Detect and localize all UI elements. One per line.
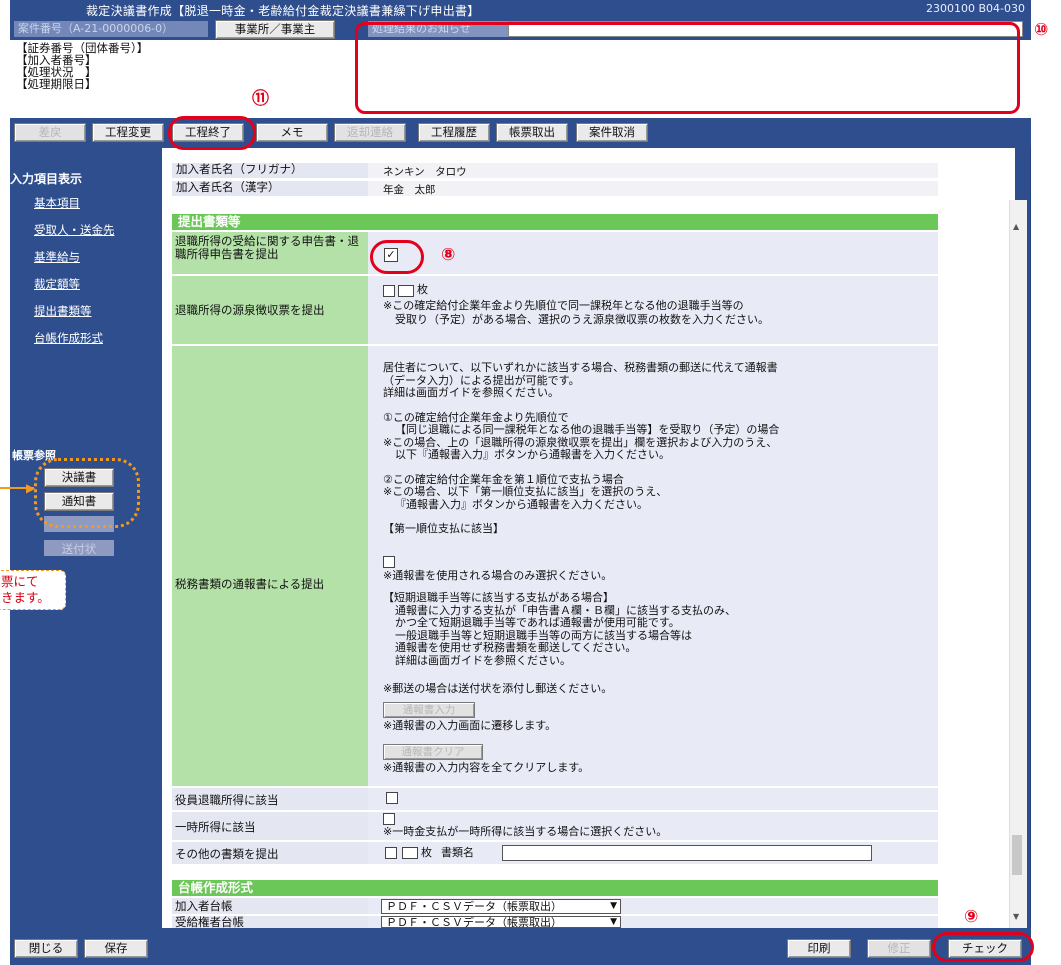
annotation-finish-highlight: [168, 116, 256, 150]
kanji-name-cell: [368, 181, 938, 196]
nav-heading: 入力項目表示: [10, 172, 83, 186]
submission-section-header: 提出書類等: [172, 214, 938, 230]
officer-retirement-label: 役員退職所得に該当: [172, 788, 368, 810]
withholding-label: 退職所得の源泉徴収票を提出: [172, 276, 368, 344]
notice-clear-note: ※通報書の入力内容を全てクリアします。: [383, 761, 590, 774]
tax-line-12: 『通報書入力』ボタンから通報書を入力ください。: [395, 497, 648, 511]
nav-base-salary[interactable]: 基準給与: [34, 249, 80, 265]
callout-line-2: きます。: [1, 590, 50, 605]
notice-clear-button[interactable]: 通報書クリア: [383, 744, 483, 760]
annotation-check-highlight: [932, 932, 1034, 962]
office-employer-button[interactable]: 事業所／事業主: [215, 20, 335, 39]
close-button[interactable]: 閉じる: [14, 939, 78, 958]
notice-input-note: ※通報書の入力画面に遷移します。: [383, 719, 557, 732]
other-docs-unit: 枚: [421, 846, 432, 859]
beneficiary-ledger-select[interactable]: ＰＤＦ・ＣＳＶデータ（帳票取出） ▼: [381, 916, 621, 928]
other-docs-name-label: 書類名: [441, 846, 474, 859]
officer-retirement-checkbox[interactable]: [386, 792, 398, 804]
info-line-deadline: 【処理期限日】: [16, 77, 97, 91]
temporary-income-note: ※一時金支払が一時所得に該当する場合に選択ください。: [383, 825, 668, 838]
scroll-up-icon[interactable]: ▲: [1013, 222, 1019, 231]
save-button[interactable]: 保存: [84, 939, 148, 958]
tax-notice-label: 税務書類の通報書による提出: [172, 346, 368, 786]
tax-line-14: 【第一順位支払に該当】: [383, 522, 504, 535]
screen-code: 2300100 B04-030: [926, 2, 1025, 15]
withholding-count-input[interactable]: [398, 285, 414, 297]
kanji-name-label: 加入者氏名（漢字）: [172, 181, 368, 196]
declaration-label: 退職所得の受給に関する申告書・退職所得申告書を提出: [172, 232, 368, 274]
short-line-5: 通報書を使用せず税務書類を郵送してください。: [395, 641, 637, 654]
annotation-checkbox-highlight: [370, 240, 424, 274]
kana-name-value: ネンキン タロウ: [383, 166, 467, 178]
tax-line-8: 以下『通報書入力』ボタンから通報書を入力ください。: [395, 448, 670, 461]
annotation-number-9: ⑨: [964, 907, 979, 927]
tax-line-3: 詳細は画面ガイドを参照ください。: [383, 386, 559, 399]
nav-basic[interactable]: 基本項目: [34, 195, 80, 211]
print-button[interactable]: 印刷: [787, 939, 851, 958]
member-ledger-label: 加入者台帳: [172, 898, 368, 914]
return-button[interactable]: 差戻: [14, 123, 86, 142]
fix-button[interactable]: 修正: [867, 939, 931, 958]
annotation-number-11: ⑪: [252, 89, 269, 109]
beneficiary-ledger-value: ＰＤＦ・ＣＳＶデータ（帳票取出）: [386, 916, 562, 928]
cover-letter-button[interactable]: 送付状: [44, 540, 114, 556]
footer-bar: 閉じる 保存 印刷 修正 チェック: [10, 928, 1031, 965]
return-contact-button[interactable]: 返却連絡: [334, 123, 406, 142]
process-toolbar: 差戻 工程変更 工程終了 メモ 返却連絡 工程履歴 帳票取出 案件取消: [10, 118, 1031, 148]
annotation-notice-highlight: [355, 22, 1020, 114]
tax-notice-text: 居住者について、以下いずれかに該当する場合、税務書類の郵送に代えて通報書 （デー…: [383, 361, 923, 536]
withholding-note-1: ※この確定給付企業年金より先順位で同一課税年となる他の退職手当等の: [383, 299, 744, 312]
nav-award-amount[interactable]: 裁定額等: [34, 276, 80, 292]
other-docs-count-input[interactable]: [402, 847, 418, 859]
kanji-name-value: 年金 太郎: [383, 184, 436, 196]
officer-retirement-row: [368, 788, 938, 810]
temporary-income-checkbox[interactable]: [383, 813, 395, 825]
other-docs-checkbox[interactable]: [385, 847, 397, 859]
withholding-note-2: 受取り（予定）がある場合、選択のうえ源泉徴収票の枚数を入力ください。: [395, 313, 769, 326]
nav-submission[interactable]: 提出書類等: [34, 303, 92, 319]
annotation-report-highlight: [34, 458, 140, 528]
annotation-number-8: ⑧: [441, 245, 456, 265]
left-nav-pane: [10, 148, 162, 928]
chevron-down-icon: ▼: [610, 901, 617, 911]
title-bar: 裁定決議書作成【脱退一時金・老齢給付金裁定決議書兼繰下げ申出書】 2300100…: [10, 0, 1031, 18]
chevron-down-icon: ▼: [610, 917, 617, 927]
withholding-unit: 枚: [417, 283, 428, 296]
callout-line-1: 票にて: [1, 574, 39, 589]
case-number: 案件番号（A-21-0000006-0）: [14, 21, 208, 37]
memo-button[interactable]: メモ: [256, 123, 328, 142]
tax-line-6: 【同じ退職による同一課税年となる他の退職手当等】を受取り（予定）の場合: [395, 423, 780, 436]
ledger-section-header: 台帳作成形式: [172, 880, 938, 896]
mail-note: ※郵送の場合は送付状を添付し郵送ください。: [383, 682, 613, 695]
cancel-case-button[interactable]: 案件取消: [576, 123, 648, 142]
member-ledger-value: ＰＤＦ・ＣＳＶデータ（帳票取出）: [386, 900, 562, 913]
short-line-6: 詳細は画面ガイドを参照ください。: [395, 653, 571, 667]
change-process-button[interactable]: 工程変更: [92, 123, 164, 142]
arrow-right-icon: ▶: [26, 481, 36, 495]
withholding-checkbox[interactable]: [383, 285, 395, 297]
process-history-button[interactable]: 工程履歴: [418, 123, 490, 142]
vertical-scrollbar[interactable]: [1009, 200, 1027, 928]
window-title: 裁定決議書作成【脱退一時金・老齢給付金裁定決議書兼繰下げ申出書】: [86, 4, 480, 18]
first-priority-checkbox[interactable]: [383, 556, 395, 568]
nav-ledger-format[interactable]: 台帳作成形式: [34, 330, 103, 346]
first-priority-note: ※通報書を使用される場合のみ選択ください。: [383, 569, 613, 582]
report-retrieve-button[interactable]: 帳票取出: [496, 123, 568, 142]
nav-recipient[interactable]: 受取人・送金先: [34, 222, 115, 238]
temporary-income-label: 一時所得に該当: [172, 812, 368, 840]
annotation-callout: 票にて きます。: [0, 570, 66, 610]
member-ledger-select[interactable]: ＰＤＦ・ＣＳＶデータ（帳票取出） ▼: [381, 899, 621, 914]
short-line-3: かつ全て短期退職手当等であれば通報書が使用可能です。: [395, 616, 680, 629]
other-docs-name-input[interactable]: [502, 845, 872, 861]
tax-line-11: ※この場合、以下「第一順位支払に該当」を選択のうえ、: [383, 485, 668, 498]
short-term-text: 【短期退職手当等に該当する支払がある場合】 通報書に入力する支払が「申告書Ａ欄・…: [383, 591, 923, 667]
annotation-number-10: ⑩: [1034, 20, 1049, 40]
notice-input-button[interactable]: 通報書入力: [383, 702, 475, 718]
tax-line-1: 居住者について、以下いずれかに該当する場合、税務書類の郵送に代えて通報書: [383, 361, 778, 374]
short-line-1: 【短期退職手当等に該当する支払がある場合】: [383, 591, 614, 604]
scroll-down-icon[interactable]: ▼: [1013, 912, 1019, 921]
kana-name-label: 加入者氏名（フリガナ）: [172, 163, 368, 178]
other-docs-label: その他の書類を提出: [172, 842, 368, 864]
scrollbar-thumb[interactable]: [1012, 835, 1022, 875]
